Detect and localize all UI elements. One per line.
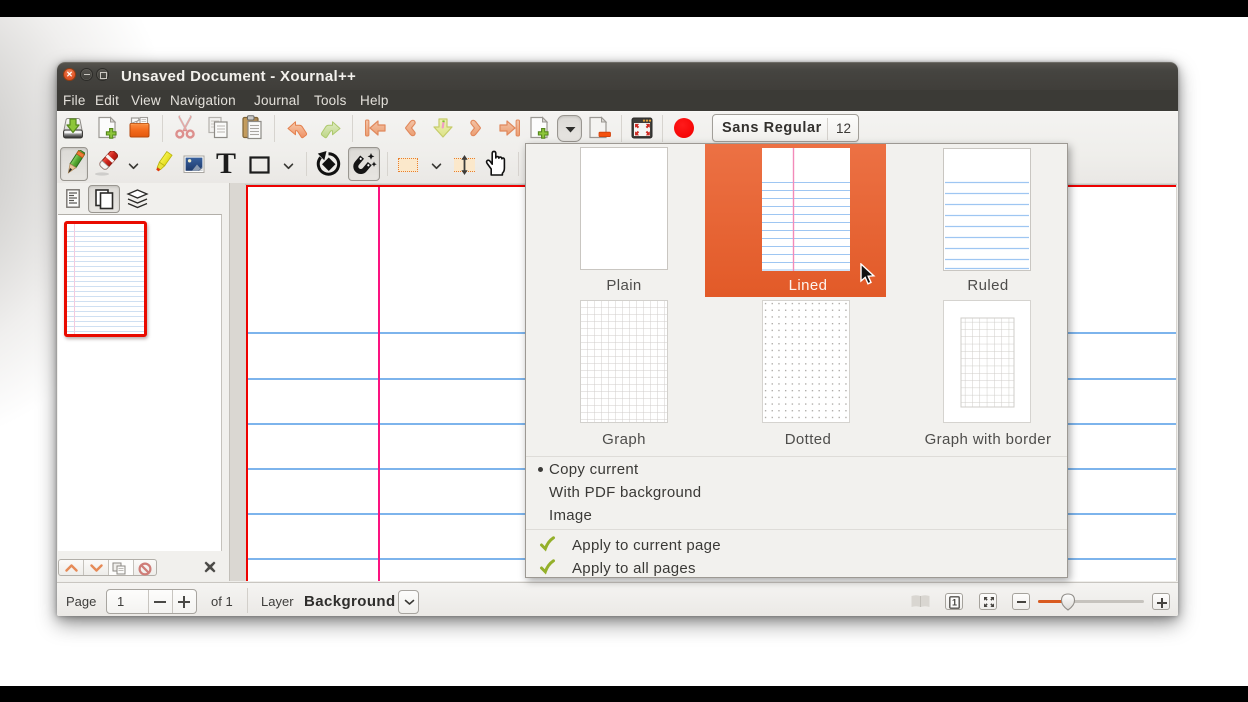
svg-text:1: 1 xyxy=(952,597,957,607)
